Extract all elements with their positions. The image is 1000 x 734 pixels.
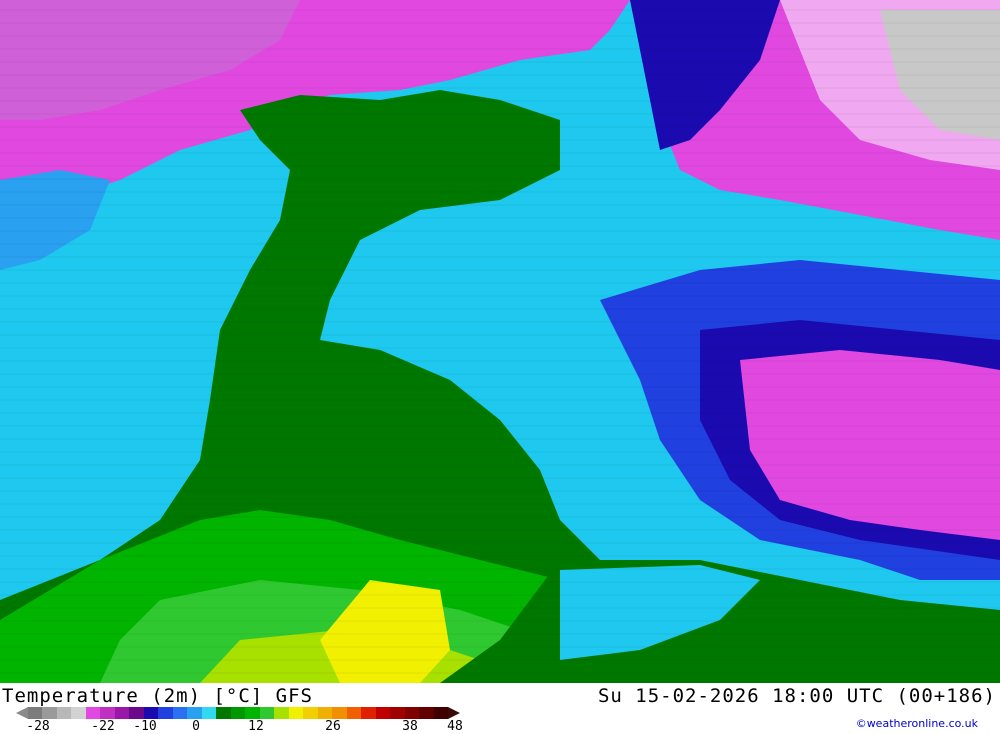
colorbar-segment xyxy=(259,707,275,719)
colorbar-segment xyxy=(143,707,159,719)
colorbar-segment xyxy=(288,707,304,719)
colorbar-arrow-right xyxy=(448,707,460,719)
tick-label: -10 xyxy=(133,719,157,734)
colorbar xyxy=(28,707,449,719)
colorbar-segment xyxy=(114,707,130,719)
tick-label: 12 xyxy=(248,719,264,734)
map-timestamp: Su 15-02-2026 18:00 UTC (00+186) xyxy=(597,685,996,707)
colorbar-segment xyxy=(245,707,260,719)
colorbar-segment xyxy=(56,707,72,719)
colorbar-segment xyxy=(375,707,391,719)
colorbar-segment xyxy=(216,707,231,719)
colorbar-segment xyxy=(390,707,405,719)
colorbar-segment xyxy=(158,707,173,719)
colorbar-segment xyxy=(42,707,57,719)
colorbar-arrow-left xyxy=(16,707,28,719)
tick-label: 48 xyxy=(447,719,463,734)
tick-label: 26 xyxy=(325,719,341,734)
colorbar-segment xyxy=(346,707,362,719)
colorbar-segment xyxy=(85,707,101,719)
map-title: Temperature (2m) [°C] GFS xyxy=(2,685,313,707)
colorbar-segment xyxy=(230,707,246,719)
colorbar-segment xyxy=(433,707,449,719)
credit-link[interactable]: ©weatheronline.co.uk xyxy=(856,717,978,730)
map-area xyxy=(0,0,1000,683)
colorbar-segment xyxy=(172,707,188,719)
colorbar-ticks: -28 -22 -10 0 12 26 38 48 xyxy=(0,719,480,734)
colorbar-segment xyxy=(129,707,144,719)
footer: Temperature (2m) [°C] GFS Su 15-02-2026 … xyxy=(0,683,1000,734)
colorbar-segment xyxy=(28,707,43,719)
tick-label: -22 xyxy=(91,719,115,734)
tick-label: 0 xyxy=(192,719,200,734)
colorbar-segment xyxy=(100,707,115,719)
tick-label: 38 xyxy=(402,719,418,734)
colorbar-segment xyxy=(274,707,289,719)
colorbar-segment xyxy=(404,707,420,719)
colorbar-segment xyxy=(303,707,318,719)
tick-label: -28 xyxy=(26,719,50,734)
colorbar-segment xyxy=(419,707,434,719)
colorbar-segment xyxy=(332,707,347,719)
temperature-map xyxy=(0,0,1000,683)
colorbar-segment xyxy=(71,707,86,719)
colorbar-segment xyxy=(361,707,376,719)
colorbar-segment xyxy=(201,707,217,719)
colorbar-segment xyxy=(317,707,333,719)
colorbar-segment xyxy=(187,707,202,719)
